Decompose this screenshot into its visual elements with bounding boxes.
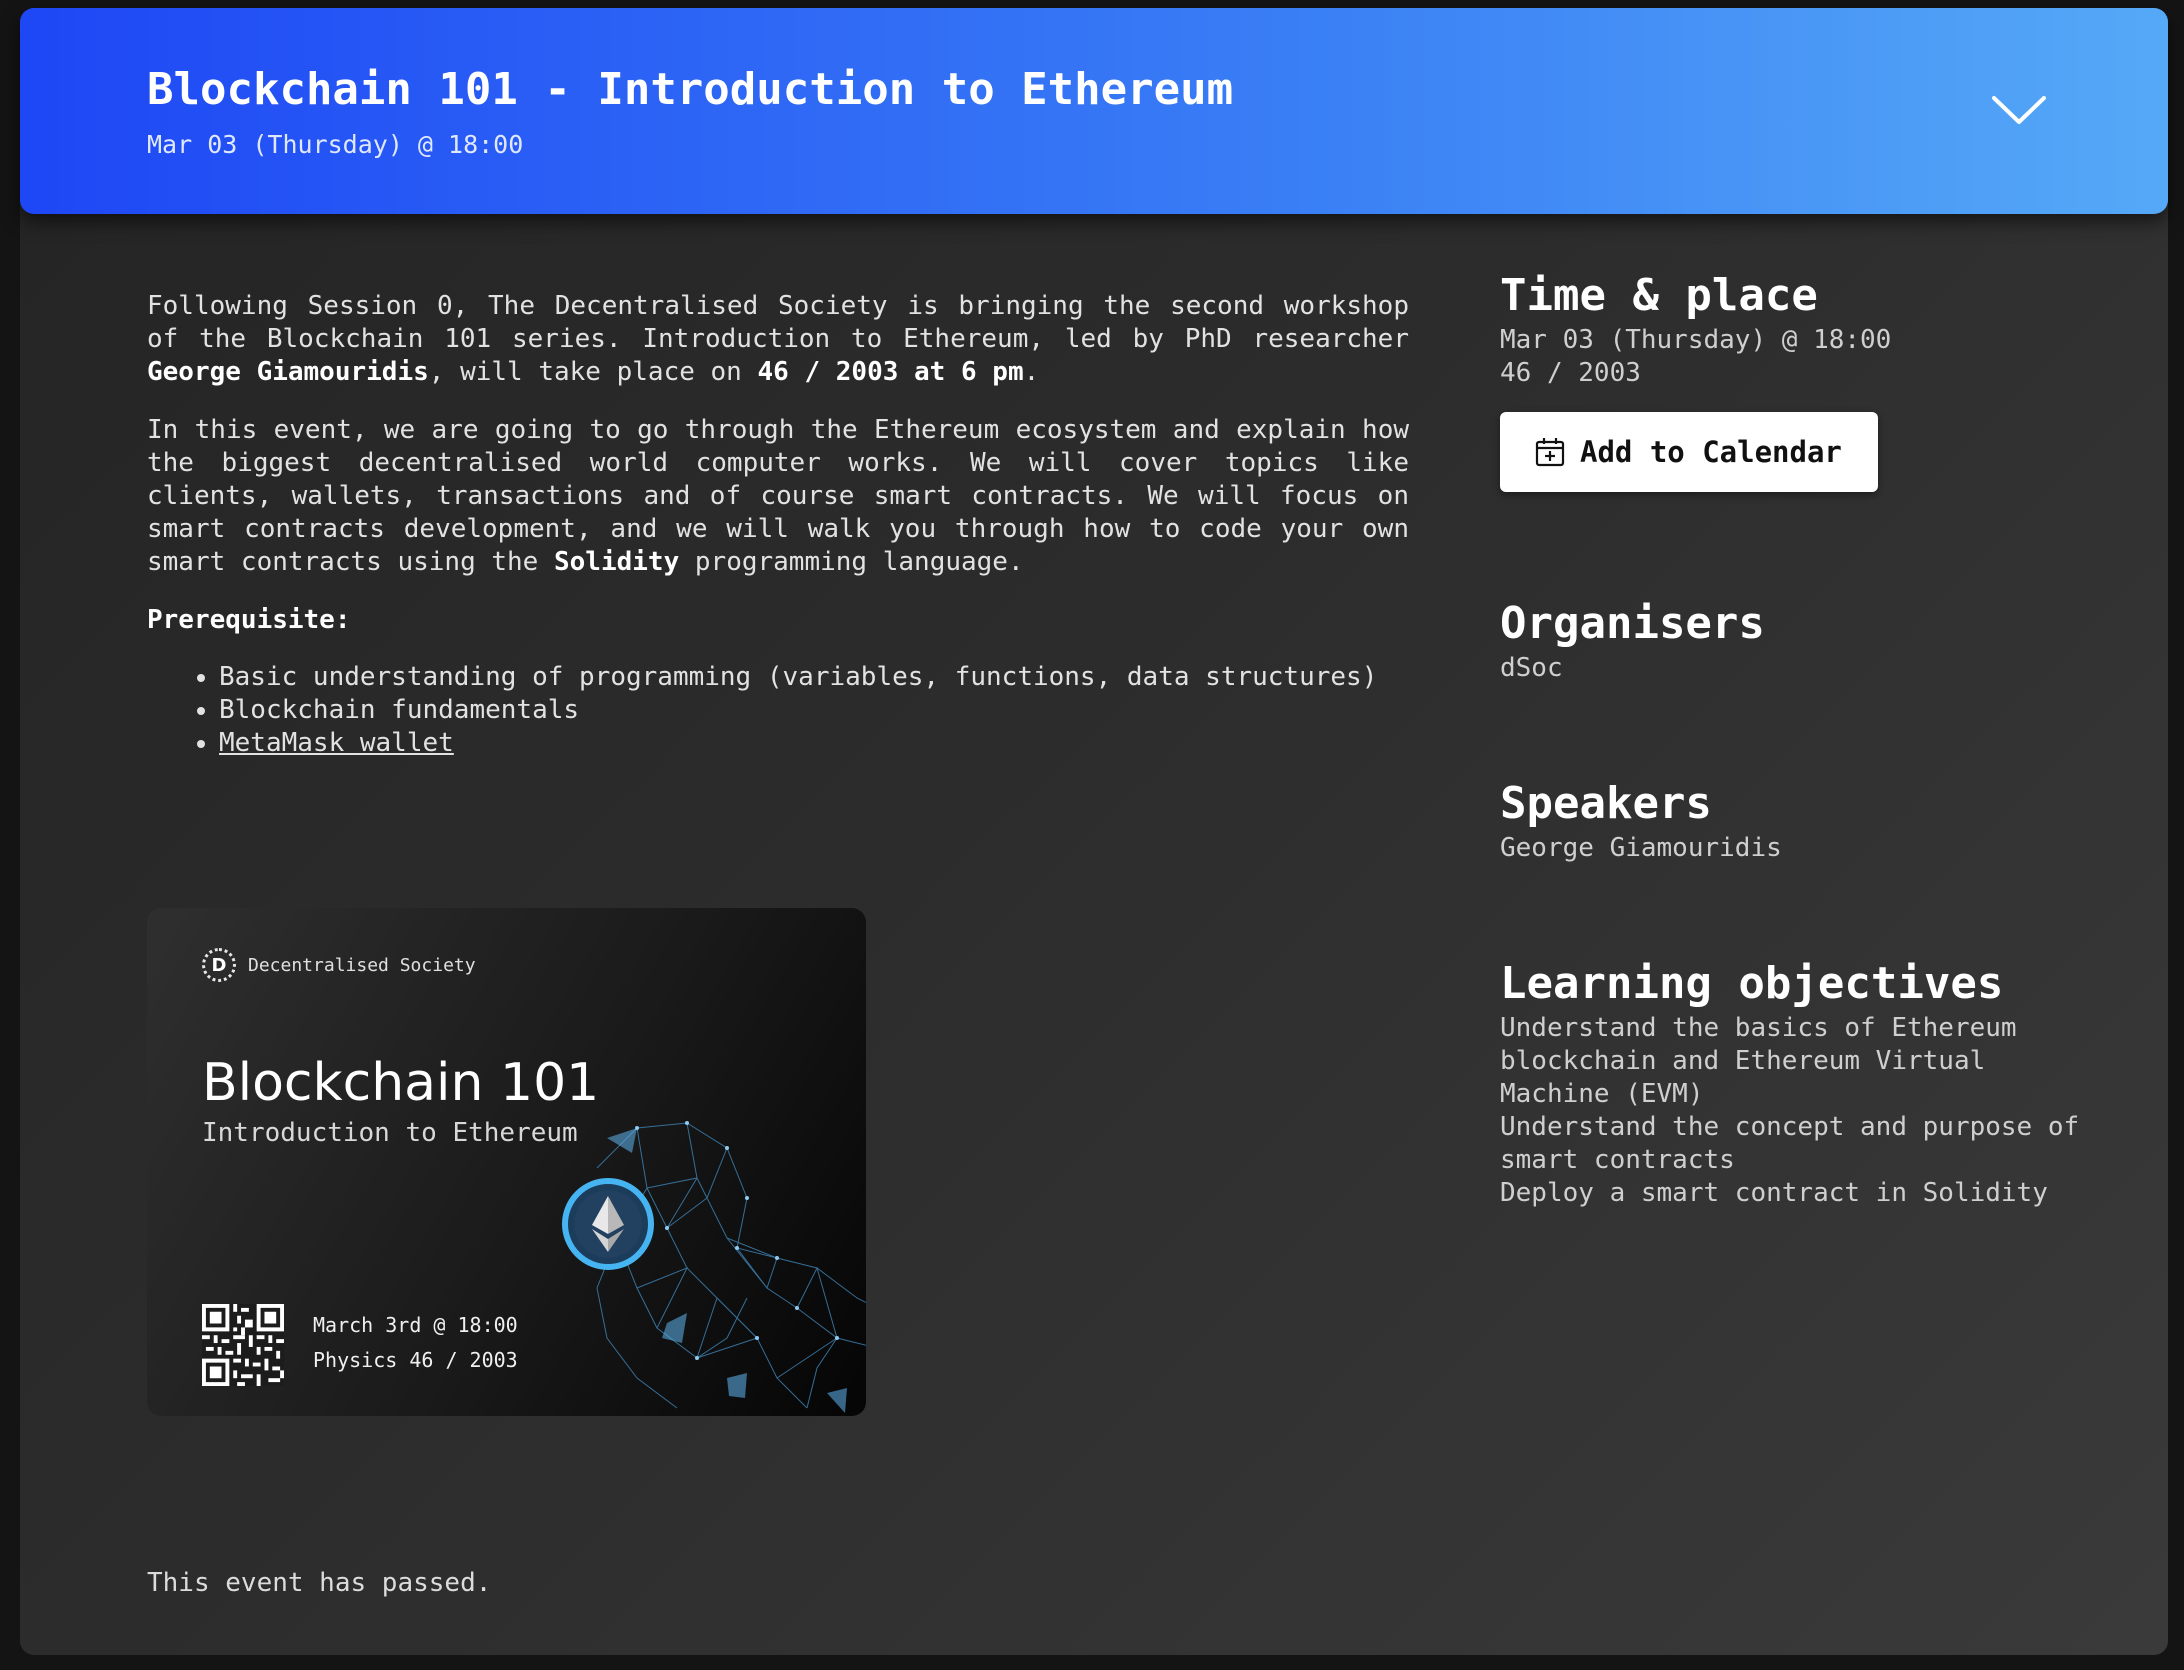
description-text: programming language. (679, 547, 1024, 577)
time-place-where: 46 / 2003 (1500, 358, 1641, 388)
list-item: Blockchain fundamentals (219, 694, 1409, 727)
learning-objectives-section: Learning objectives Understand the basic… (1500, 956, 2100, 1210)
event-description: Following Session 0, The Decentralised S… (147, 290, 1409, 760)
organisers-section: Organisers dSoc (1500, 596, 2100, 685)
organisers-heading: Organisers (1500, 598, 1765, 649)
learning-objectives-heading: Learning objectives (1500, 958, 2004, 1009)
banner-place: Physics 46 / 2003 (313, 1348, 518, 1372)
chevron-down-icon[interactable] (1990, 90, 2048, 130)
event-banner-image: D Decentralised Society Blockchain 101 I… (147, 908, 866, 1416)
speakers-heading: Speakers (1500, 778, 1712, 829)
prerequisite-heading: Prerequisite: (147, 605, 351, 635)
objective-item: Understand the basics of Ethereum blockc… (1500, 1013, 2017, 1109)
banner-subtitle: Introduction to Ethereum (202, 1118, 578, 1148)
organisers-value: dSoc (1500, 653, 1563, 683)
time-place-heading: Time & place (1500, 270, 1818, 321)
list-item: Basic understanding of programming (vari… (219, 661, 1409, 694)
ethereum-badge-icon (562, 1178, 654, 1270)
add-to-calendar-label: Add to Calendar (1580, 435, 1842, 469)
solidity-bold: Solidity (554, 547, 680, 577)
time-place-section: Time & place Mar 03 (Thursday) @ 18:00 4… (1500, 268, 2100, 492)
qr-code-icon (202, 1304, 284, 1386)
speakers-value: George Giamouridis (1500, 833, 1782, 863)
dsoc-logo-icon: D (202, 948, 236, 982)
description-text: Following Session 0, The Decentralised S… (147, 291, 1409, 354)
description-paragraph-1: Following Session 0, The Decentralised S… (147, 290, 1409, 389)
banner-date: March 3rd @ 18:00 (313, 1313, 518, 1337)
speakers-section: Speakers George Giamouridis (1500, 776, 2100, 865)
add-to-calendar-button[interactable]: Add to Calendar (1500, 412, 1878, 492)
description-paragraph-2: In this event, we are going to go throug… (147, 414, 1409, 579)
objective-item: Understand the concept and purpose of sm… (1500, 1112, 2080, 1175)
speaker-name-bold: George Giamouridis (147, 357, 429, 387)
event-sidebar: Time & place Mar 03 (Thursday) @ 18:00 4… (1500, 268, 2100, 1210)
description-text: , will take place on (428, 357, 758, 387)
banner-title: Blockchain 101 (202, 1053, 600, 1113)
list-item: MetaMask wallet (219, 727, 1409, 760)
time-place-when: Mar 03 (Thursday) @ 18:00 (1500, 325, 1892, 355)
banner-org: D Decentralised Society (202, 948, 476, 982)
location-time-bold: 46 / 2003 at 6 pm (757, 357, 1024, 387)
prerequisite-list: Basic understanding of programming (vari… (147, 661, 1409, 760)
event-header[interactable]: Blockchain 101 - Introduction to Ethereu… (20, 8, 2168, 214)
metamask-wallet-link[interactable]: MetaMask wallet (219, 728, 454, 758)
description-text: . (1023, 357, 1040, 387)
event-status: This event has passed. (147, 1568, 492, 1598)
event-datetime: Mar 03 (Thursday) @ 18:00 (147, 130, 524, 159)
banner-org-name: Decentralised Society (248, 954, 476, 976)
event-title: Blockchain 101 - Introduction to Ethereu… (147, 64, 1234, 115)
calendar-plus-icon (1535, 438, 1565, 467)
objective-item: Deploy a smart contract in Solidity (1500, 1178, 2048, 1208)
